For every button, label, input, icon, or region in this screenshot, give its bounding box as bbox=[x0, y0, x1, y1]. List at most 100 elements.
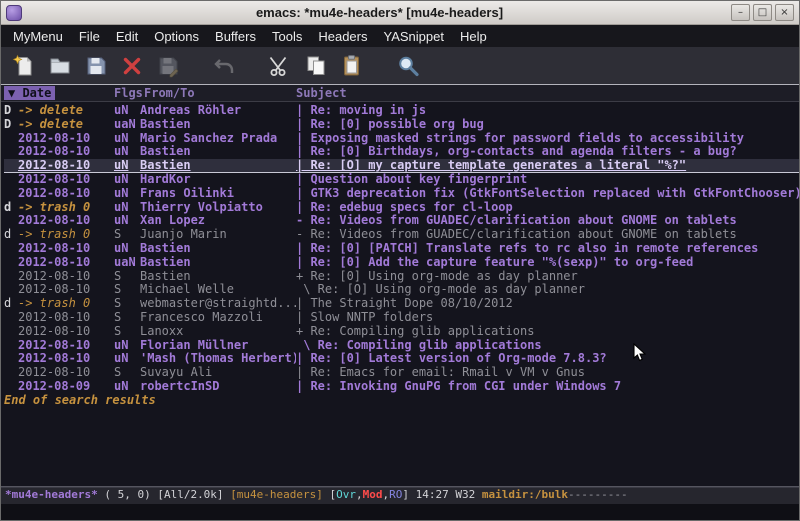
row-mark: D bbox=[4, 118, 18, 132]
menu-item-file[interactable]: File bbox=[71, 27, 108, 46]
row-date: 2012-08-10 bbox=[18, 187, 114, 201]
message-row[interactable]: 2012-08-10SMichael Welle \ Re: [O] Using… bbox=[4, 283, 799, 297]
menu-item-options[interactable]: Options bbox=[146, 27, 207, 46]
column-header-flags[interactable]: Flgs bbox=[114, 86, 144, 100]
copy-icon bbox=[304, 54, 330, 78]
column-header-from[interactable]: From/To bbox=[144, 86, 296, 100]
modeline-segment-plain: ] bbox=[402, 488, 415, 501]
row-subject: | Re: edebug specs for cl-loop bbox=[296, 201, 799, 215]
row-subject: - Re: Videos from GUADEC/clarification a… bbox=[296, 214, 799, 228]
row-mark bbox=[4, 366, 18, 380]
row-mark bbox=[4, 325, 18, 339]
row-flags: uN bbox=[114, 187, 140, 201]
modeline-segment-ovr: Ovr bbox=[336, 488, 356, 501]
row-from: Michael Welle bbox=[140, 283, 296, 297]
modeline-segment-plain: , bbox=[356, 488, 363, 501]
message-row[interactable]: 2012-08-10uNFlorian Müllner \ Re: Compil… bbox=[4, 339, 799, 353]
message-row[interactable]: 2012-08-10uNFrans Oilinki| GTK3 deprecat… bbox=[4, 187, 799, 201]
modeline-segment-plain: W32 bbox=[455, 488, 482, 501]
echo-area[interactable] bbox=[1, 504, 799, 520]
row-date: 2012-08-10 bbox=[18, 366, 114, 380]
maximize-button[interactable]: □ bbox=[753, 4, 772, 21]
message-row[interactable]: 2012-08-10uNHardKor| Question about key … bbox=[4, 173, 799, 187]
message-row[interactable]: 2012-08-10uNBastien| Re: [0] Birthdays, … bbox=[4, 145, 799, 159]
row-from: Mario Sanchez Prada bbox=[140, 132, 296, 146]
menu-item-mymenu[interactable]: MyMenu bbox=[5, 27, 71, 46]
paste-button[interactable] bbox=[338, 51, 368, 81]
message-row[interactable]: d-> trash 0Swebmaster@straightd...| The … bbox=[4, 297, 799, 311]
header-line: ▼ Date Flgs From/To Subject bbox=[1, 85, 799, 102]
close-button[interactable]: × bbox=[775, 4, 794, 21]
modeline-segment-buffer: *mu4e-headers* bbox=[5, 488, 98, 501]
message-row[interactable]: D-> deleteuaNBastien| Re: [0] possible o… bbox=[4, 118, 799, 132]
row-mark bbox=[4, 187, 18, 201]
cut-icon bbox=[268, 54, 294, 78]
row-mark bbox=[4, 339, 18, 353]
menu-item-yasnippet[interactable]: YASnippet bbox=[375, 27, 451, 46]
menu-item-headers[interactable]: Headers bbox=[310, 27, 375, 46]
message-row[interactable]: 2012-08-10uNBastien| Re: [0] [PATCH] Tra… bbox=[4, 242, 799, 256]
message-row[interactable]: D-> deleteuNAndreas Röhler| Re: moving i… bbox=[4, 104, 799, 118]
menu-item-tools[interactable]: Tools bbox=[264, 27, 310, 46]
column-header-subject[interactable]: Subject bbox=[296, 86, 799, 100]
message-row[interactable]: d-> trash 0SJuanjo Marin- Re: Videos fro… bbox=[4, 228, 799, 242]
save-as-icon bbox=[156, 54, 182, 78]
message-row[interactable]: 2012-08-10uNMario Sanchez Prada| Exposin… bbox=[4, 132, 799, 146]
message-row[interactable]: 2012-08-10SSuvayu Ali| Re: Emacs for ema… bbox=[4, 366, 799, 380]
menu-item-buffers[interactable]: Buffers bbox=[207, 27, 264, 46]
row-subject: | Re: [0] Birthdays, org-contacts and ag… bbox=[296, 145, 799, 159]
row-date: 2012-08-10 bbox=[18, 352, 114, 366]
menu-item-help[interactable]: Help bbox=[452, 27, 495, 46]
row-subject: - Re: Videos from GUADEC/clarification a… bbox=[296, 228, 799, 242]
message-row[interactable]: 2012-08-10uaNBastien| Re: [0] Add the ca… bbox=[4, 256, 799, 270]
save-button[interactable] bbox=[82, 51, 112, 81]
minimize-button[interactable]: – bbox=[731, 4, 750, 21]
message-row[interactable]: 2012-08-10SBastien+ Re: [0] Using org-mo… bbox=[4, 270, 799, 284]
message-row[interactable]: 2012-08-10uNXan Lopez- Re: Videos from G… bbox=[4, 214, 799, 228]
row-from: robertcInSD bbox=[140, 380, 296, 394]
row-mark: d bbox=[4, 201, 18, 215]
row-subject: | Re: [0] Add the capture feature "%(sex… bbox=[296, 256, 799, 270]
row-flags: S bbox=[114, 283, 140, 297]
cut-button[interactable] bbox=[266, 51, 296, 81]
row-subject: | Re: [0] possible org bug bbox=[296, 118, 799, 132]
row-date: -> delete bbox=[18, 104, 114, 118]
paste-icon bbox=[340, 54, 366, 78]
new-file-button[interactable] bbox=[10, 51, 40, 81]
row-flags: uN bbox=[114, 242, 140, 256]
search-button[interactable] bbox=[394, 51, 424, 81]
close-buffer-icon bbox=[120, 54, 146, 78]
column-header-date[interactable]: ▼ Date bbox=[4, 86, 114, 100]
end-of-results-text: End of search results bbox=[4, 394, 799, 408]
row-from: Andreas Röhler bbox=[140, 104, 296, 118]
message-row[interactable]: 2012-08-10SFrancesco Mazzoli| Slow NNTP … bbox=[4, 311, 799, 325]
row-from: Bastien bbox=[140, 118, 296, 132]
row-mark bbox=[4, 380, 18, 394]
row-date: -> delete bbox=[18, 118, 114, 132]
undo-button bbox=[210, 51, 240, 81]
row-flags: S bbox=[114, 228, 140, 242]
row-from: Bastien bbox=[140, 270, 296, 284]
row-flags: uN bbox=[114, 339, 140, 353]
message-row[interactable]: 2012-08-09uNrobertcInSD| Re: Invoking Gn… bbox=[4, 380, 799, 394]
open-file-button[interactable] bbox=[46, 51, 76, 81]
menu-item-edit[interactable]: Edit bbox=[108, 27, 146, 46]
message-row[interactable]: 2012-08-10SLanoxx+ Re: Compiling glib ap… bbox=[4, 325, 799, 339]
row-from: Frans Oilinki bbox=[140, 187, 296, 201]
copy-button[interactable] bbox=[302, 51, 332, 81]
sort-indicator[interactable]: ▼ Date bbox=[4, 86, 55, 100]
row-from: Xan Lopez bbox=[140, 214, 296, 228]
row-date: 2012-08-10 bbox=[18, 145, 114, 159]
message-row[interactable]: d-> trash 0uNThierry Volpiatto| Re: edeb… bbox=[4, 201, 799, 215]
row-mark bbox=[4, 283, 18, 297]
message-row[interactable]: 2012-08-10uNBastien| Re: [O] my capture … bbox=[4, 159, 799, 173]
menu-bar: MyMenuFileEditOptionsBuffersToolsHeaders… bbox=[1, 25, 799, 47]
titlebar: emacs: *mu4e-headers* [mu4e-headers] –□× bbox=[1, 1, 799, 25]
row-flags: S bbox=[114, 270, 140, 284]
close-buffer-button[interactable] bbox=[118, 51, 148, 81]
message-row[interactable]: 2012-08-10uN'Mash (Thomas Herbert)| Re: … bbox=[4, 352, 799, 366]
modeline-segment-dashes: --------- bbox=[568, 488, 628, 501]
row-subject: | Re: [0] [PATCH] Translate refs to rc a… bbox=[296, 242, 799, 256]
row-date: 2012-08-10 bbox=[18, 256, 114, 270]
row-mark bbox=[4, 214, 18, 228]
